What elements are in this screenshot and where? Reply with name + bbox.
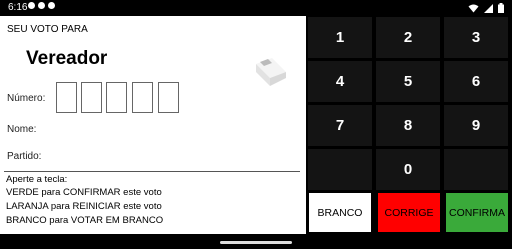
vote-for-label: SEU VOTO PARA: [7, 24, 88, 35]
status-time: 6:16: [8, 2, 28, 13]
key-5[interactable]: 5: [376, 61, 440, 102]
navigation-bar: [0, 234, 512, 249]
wifi-icon: [468, 4, 479, 12]
digit-box-2: [81, 82, 102, 113]
corrige-button[interactable]: CORRIGE: [378, 193, 440, 232]
key-0[interactable]: 0: [376, 149, 440, 190]
digit-box-4: [132, 82, 153, 113]
instruction-restart: LARANJA para REINICIAR este voto: [6, 201, 162, 212]
notification-dot-icon: [38, 2, 45, 9]
keypad: 1 2 3 4 5 6 7 8 9 0 BRANCO CORRIGE CONFI…: [307, 16, 512, 234]
numero-label: Número:: [7, 93, 46, 104]
battery-icon: [498, 3, 504, 13]
home-gesture-handle[interactable]: [220, 241, 292, 244]
digit-box-3: [106, 82, 127, 113]
ballot-box-icon: [256, 58, 286, 86]
divider: [4, 171, 300, 172]
notification-dot-icon: [48, 2, 55, 9]
key-7[interactable]: 7: [308, 105, 372, 146]
key-1[interactable]: 1: [308, 17, 372, 58]
nome-label: Nome:: [7, 124, 37, 135]
signal-icon: [484, 3, 493, 13]
status-system-icons: [468, 3, 504, 13]
keypad-empty-left: [308, 149, 372, 190]
digit-box-5: [158, 82, 179, 113]
instructions-heading: Aperte a tecla:: [6, 174, 68, 185]
instruction-confirm: VERDE para CONFIRMAR este voto: [6, 187, 162, 198]
position-title: Vereador: [26, 48, 108, 69]
key-4[interactable]: 4: [308, 61, 372, 102]
notification-dot-icon: [28, 2, 35, 9]
status-notifications: [28, 2, 55, 9]
branco-button[interactable]: BRANCO: [309, 193, 371, 232]
confirma-button[interactable]: CONFIRMA: [446, 193, 508, 232]
instruction-blank: BRANCO para VOTAR EM BRANCO: [6, 215, 164, 226]
key-3[interactable]: 3: [444, 17, 508, 58]
key-9[interactable]: 9: [444, 105, 508, 146]
key-8[interactable]: 8: [376, 105, 440, 146]
status-bar: 6:16: [0, 0, 512, 16]
digit-box-1: [56, 82, 77, 113]
ballot-display: SEU VOTO PARA Vereador Número: Nome: Par…: [0, 16, 306, 234]
keypad-empty-right: [444, 149, 508, 190]
partido-label: Partido:: [7, 151, 42, 162]
key-6[interactable]: 6: [444, 61, 508, 102]
key-2[interactable]: 2: [376, 17, 440, 58]
